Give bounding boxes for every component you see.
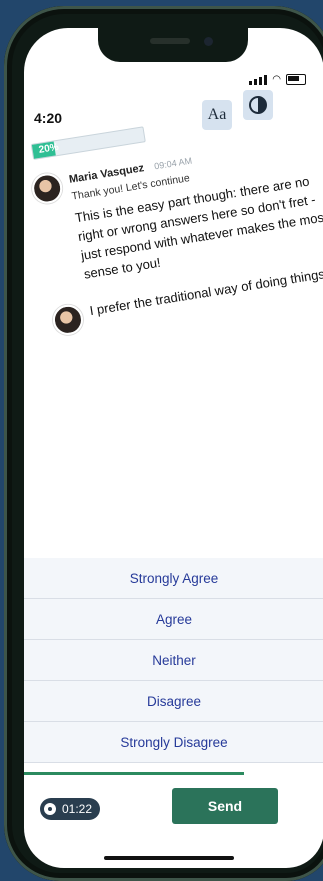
message-body: Maria Vasquez 09:04 AM Thank you! Let's …: [68, 129, 323, 284]
avatar: [50, 302, 86, 337]
timer-icon: [44, 803, 56, 815]
contrast-button[interactable]: [243, 90, 273, 120]
timer-badge: 01:22: [40, 798, 101, 820]
font-size-button[interactable]: Aa: [202, 100, 232, 130]
avatar: [30, 171, 65, 206]
option-neither[interactable]: Neither: [24, 640, 323, 681]
send-button[interactable]: Send: [172, 788, 278, 824]
signal-icon: [249, 75, 268, 85]
answer-options: Strongly Agree Agree Neither Disagree St…: [24, 558, 323, 763]
footer-divider: [24, 772, 244, 775]
home-indicator: [104, 856, 234, 860]
timer-value: 01:22: [62, 802, 93, 816]
wifi-icon: ◠: [272, 74, 281, 85]
speaker: [150, 38, 190, 44]
notch: [98, 28, 248, 62]
font-size-label: Aa: [207, 106, 227, 123]
progress-label: 20%: [37, 141, 60, 156]
battery-icon: [286, 74, 306, 85]
option-agree[interactable]: Agree: [24, 599, 323, 640]
status-icons: ◠: [249, 74, 306, 85]
camera-icon: [204, 37, 213, 46]
chat-thread: Maria Vasquez 09:04 AM Thank you! Let's …: [30, 129, 323, 337]
message-time: 09:04 AM: [153, 155, 193, 172]
phone-frame: 4:20 ◠ Aa 20% Maria Vasquez 09:04 AM Tha…: [4, 6, 323, 881]
app-screen: 4:20 ◠ Aa 20% Maria Vasquez 09:04 AM Tha…: [24, 28, 323, 868]
option-strongly-disagree[interactable]: Strongly Disagree: [24, 722, 323, 763]
progress-bar: 20%: [30, 126, 146, 160]
contrast-icon: [249, 96, 267, 114]
option-strongly-agree[interactable]: Strongly Agree: [24, 558, 323, 599]
progress-fill: 20%: [31, 141, 60, 159]
option-disagree[interactable]: Disagree: [24, 681, 323, 722]
status-time: 4:20: [34, 110, 63, 126]
